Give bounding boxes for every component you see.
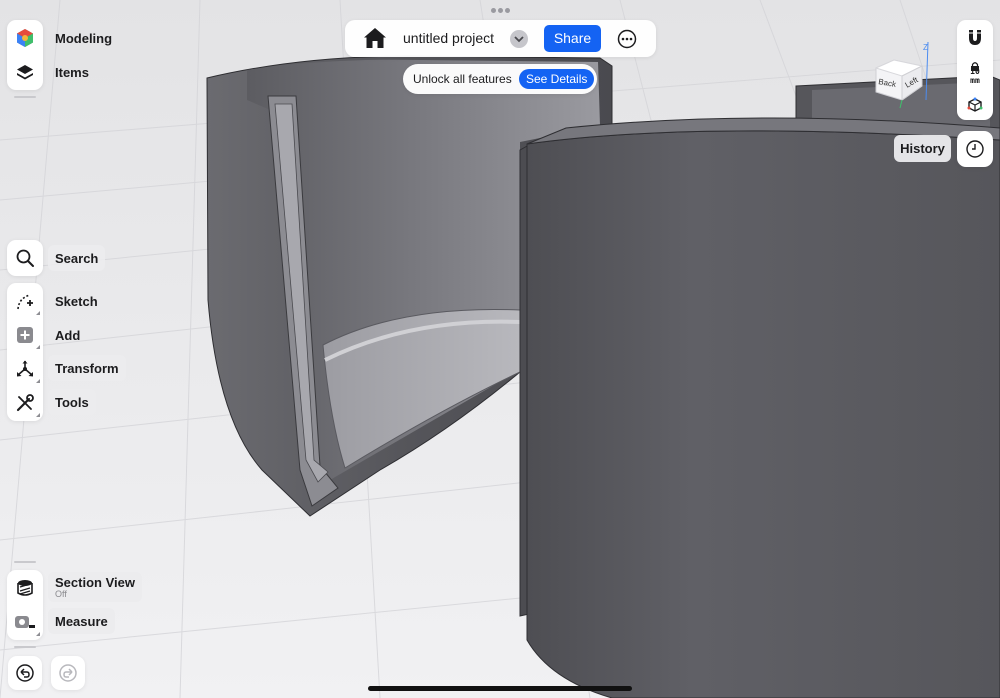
wrench-screwdriver-icon (16, 394, 34, 412)
modeling-cube-icon (17, 29, 33, 47)
separator (14, 646, 36, 648)
tools-button[interactable] (7, 386, 43, 420)
undo-button[interactable] (8, 656, 42, 690)
section-view-status: Off (55, 589, 67, 599)
project-toolbar: untitled project Share (345, 20, 656, 57)
unlock-text: Unlock all features (413, 72, 512, 86)
transform-button[interactable] (7, 352, 43, 386)
separator (14, 96, 36, 98)
modeling-mode-button[interactable] (7, 21, 43, 55)
section-view-title: Section View (55, 575, 135, 590)
search-icon (16, 249, 34, 267)
sketch-icon (17, 294, 33, 310)
more-options-button[interactable] (617, 29, 637, 54)
clock-icon (966, 140, 984, 158)
view-cube[interactable]: Z Back Left (866, 40, 936, 110)
snap-unit-label: mm (970, 76, 980, 85)
sketch-button[interactable] (7, 284, 43, 318)
history-label[interactable]: History (894, 135, 951, 162)
see-details-button[interactable]: See Details (519, 69, 595, 89)
tools-label[interactable]: Tools (48, 389, 96, 415)
undo-icon (16, 664, 34, 682)
chevron-down-icon (514, 36, 524, 43)
more-icon (617, 29, 637, 49)
items-label[interactable]: Items (48, 59, 96, 85)
mode-switcher (7, 20, 43, 90)
snap-geometry-button[interactable] (966, 96, 984, 119)
analysis-tools (7, 570, 43, 640)
home-button[interactable] (363, 27, 387, 54)
share-button[interactable]: Share (544, 25, 601, 52)
items-mode-button[interactable] (7, 55, 43, 89)
add-button[interactable] (7, 318, 43, 352)
project-title[interactable]: untitled project (403, 20, 494, 57)
measure-label[interactable]: Measure (48, 608, 115, 634)
tape-measure-icon (15, 616, 35, 628)
snap-unit[interactable]: 10 mm (957, 67, 993, 85)
snap-tools: 10 mm (957, 20, 993, 120)
measure-button[interactable] (7, 605, 43, 639)
redo-button[interactable] (51, 656, 85, 690)
magnet-icon (969, 30, 981, 45)
layers-icon (17, 65, 33, 80)
section-view-label[interactable]: Section View Off (48, 572, 142, 602)
snap-unit-value: 10 (970, 67, 980, 76)
drag-handle-dot[interactable] (498, 8, 503, 13)
3d-viewport[interactable] (0, 0, 1000, 698)
search-label[interactable]: Search (48, 245, 106, 271)
section-view-button[interactable] (7, 571, 43, 605)
home-indicator[interactable] (368, 686, 632, 691)
project-menu-button[interactable] (510, 30, 528, 48)
history-button[interactable] (957, 131, 993, 167)
transform-icon (17, 360, 33, 377)
drag-handle-dot[interactable] (491, 8, 496, 13)
redo-icon (59, 664, 77, 682)
modeling-label[interactable]: Modeling (48, 25, 119, 51)
add-icon (17, 327, 33, 343)
home-icon (364, 28, 386, 48)
tool-palette (7, 283, 43, 421)
search-tool[interactable] (7, 241, 43, 275)
snap-magnet-button[interactable] (965, 28, 985, 53)
snap-cube-icon (967, 97, 983, 112)
sketch-label[interactable]: Sketch (48, 288, 105, 314)
add-label[interactable]: Add (48, 322, 87, 348)
transform-label[interactable]: Transform (48, 355, 126, 381)
axis-z-label: Z (923, 43, 928, 52)
drag-handle-dot[interactable] (505, 8, 510, 13)
section-view-icon (17, 580, 33, 596)
separator (14, 561, 36, 563)
model-right-half[interactable] (519, 75, 1000, 698)
unlock-banner: Unlock all features See Details (403, 64, 597, 94)
search-button[interactable] (7, 240, 43, 276)
